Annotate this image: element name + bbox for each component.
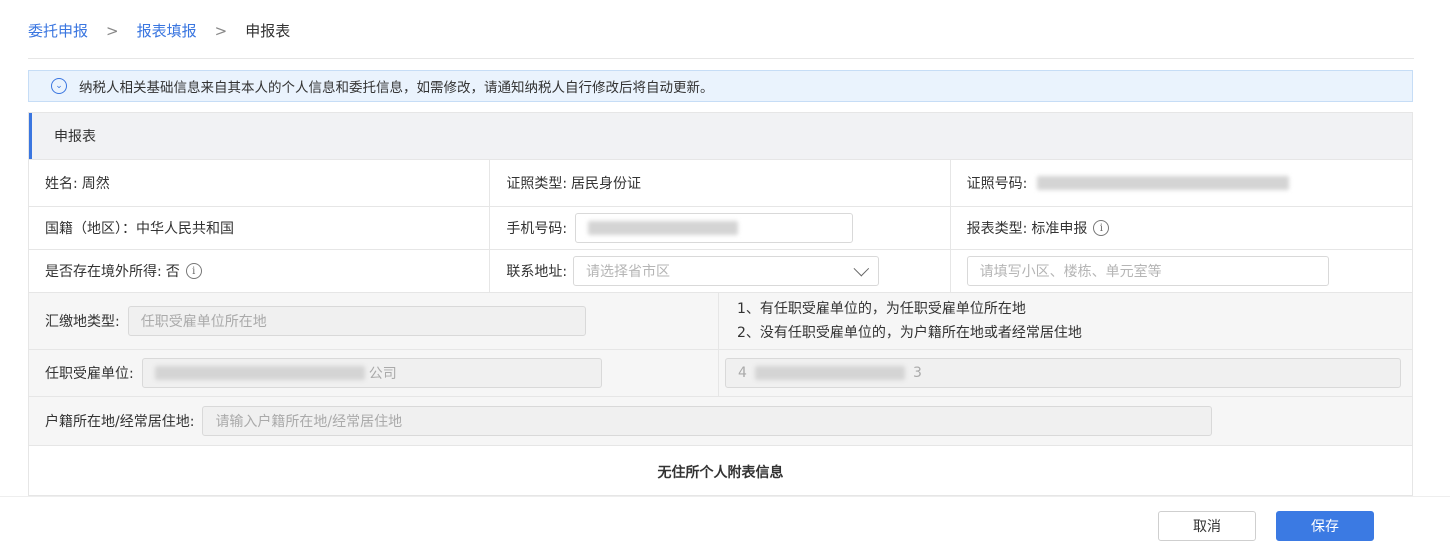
residence-placeholder: 请输入户籍所在地/经常居住地: [215, 414, 403, 430]
address-detail-placeholder: 请填写小区、楼栋、单元室等: [979, 264, 1162, 280]
address-cell: 联系地址: 请选择省市区: [489, 250, 949, 292]
phone-cell: 手机号码:: [489, 207, 949, 249]
overseas-value: 否: [165, 264, 180, 280]
id-number-redacted: [1037, 176, 1290, 190]
payment-location-cell: 汇缴地类型: 任职受雇单位所在地: [29, 293, 718, 349]
id-type-label: 证照类型:: [506, 176, 568, 192]
form-row-payment-location: 汇缴地类型: 任职受雇单位所在地 1、有任职受雇单位的，为任职受雇单位所在地 2…: [29, 292, 1412, 349]
breadcrumb-item-entrusted-declaration[interactable]: 委托申报: [28, 20, 88, 41]
form-title: 申报表: [29, 113, 1412, 159]
breadcrumb: 委托申报 > 报表填报 > 申报表: [28, 20, 290, 41]
id-type-cell: 证照类型: 居民身份证: [489, 160, 949, 206]
footer-divider: [0, 496, 1450, 497]
id-type-value: 居民身份证: [571, 176, 642, 192]
nonresident-note: 无住所个人附表信息: [29, 445, 1412, 495]
info-icon[interactable]: i: [185, 263, 202, 279]
employer-id-cell: 4 3: [718, 350, 1412, 396]
cancel-button[interactable]: 取消: [1158, 511, 1256, 541]
report-type-label: 报表类型:: [966, 221, 1028, 237]
employer-input[interactable]: 公司: [141, 358, 602, 388]
nationality-cell: 国籍（地区）：中华人民共和国: [29, 207, 489, 249]
notice-text: 纳税人相关基础信息来自其本人的个人信息和委托信息，如需修改，请通知纳税人自行修改…: [79, 80, 714, 96]
report-type-cell: 报表类型: 标准申报 i: [949, 207, 1412, 249]
employer-cell: 任职受雇单位: 公司: [29, 350, 718, 396]
employer-id-redacted: [754, 366, 905, 380]
employer-id-prefix: 4: [738, 365, 747, 381]
id-number-cell: 证照号码:: [949, 160, 1412, 206]
id-number-label: 证照号码:: [966, 176, 1028, 192]
chevron-circle-icon: ⌄: [51, 78, 67, 94]
name-label: 姓名:: [45, 176, 78, 192]
divider: [28, 58, 1414, 59]
residence-input[interactable]: 请输入户籍所在地/经常居住地: [202, 406, 1213, 436]
address-detail-cell: 请填写小区、楼栋、单元室等: [949, 250, 1412, 292]
address-region-placeholder: 请选择省市区: [586, 264, 671, 280]
breadcrumb-separator: >: [214, 21, 228, 40]
breadcrumb-item-current: 申报表: [245, 22, 291, 40]
chevron-down-icon: [853, 260, 870, 276]
phone-redacted: [588, 221, 739, 235]
payment-location-value: 任职受雇单位所在地: [140, 314, 267, 330]
residence-cell: 户籍所在地/经常居住地: 请输入户籍所在地/经常居住地: [29, 397, 1412, 445]
form-row-address: 是否存在境外所得: 否 i 联系地址: 请选择省市区 请填写小区、楼栋、单元室等: [29, 249, 1412, 292]
form-row-contact: 国籍（地区）：中华人民共和国 手机号码: 报表类型: 标准申报 i: [29, 206, 1412, 249]
payment-location-input[interactable]: 任职受雇单位所在地: [127, 306, 586, 336]
employer-id-suffix: 3: [912, 365, 922, 381]
breadcrumb-item-report-filling[interactable]: 报表填报: [137, 20, 197, 41]
employer-label: 任职受雇单位:: [45, 366, 134, 382]
payment-note-2: 2、没有任职受雇单位的，为户籍所在地或者经常居住地: [737, 325, 1082, 341]
name-cell: 姓名: 周然: [29, 160, 489, 206]
nationality-text: 国籍（地区）：中华人民共和国: [45, 221, 234, 237]
phone-label: 手机号码:: [506, 221, 568, 237]
overseas-cell: 是否存在境外所得: 否 i: [29, 250, 489, 292]
overseas-label: 是否存在境外所得:: [45, 264, 162, 280]
form-row-employer: 任职受雇单位: 公司 4 3: [29, 349, 1412, 396]
payment-note-1: 1、有任职受雇单位的，为任职受雇单位所在地: [737, 301, 1026, 317]
name-value: 周然: [81, 176, 110, 192]
address-label: 联系地址:: [506, 264, 568, 280]
residence-label: 户籍所在地/经常居住地:: [45, 414, 195, 430]
address-region-select[interactable]: 请选择省市区: [573, 256, 880, 286]
info-notice: ⌄ 纳税人相关基础信息来自其本人的个人信息和委托信息，如需修改，请通知纳税人自行…: [28, 70, 1413, 102]
report-type-value: 标准申报: [1031, 221, 1088, 237]
address-detail-input[interactable]: 请填写小区、楼栋、单元室等: [966, 256, 1329, 286]
form-row-residence: 户籍所在地/经常居住地: 请输入户籍所在地/经常居住地: [29, 396, 1412, 445]
payment-location-notes: 1、有任职受雇单位的，为任职受雇单位所在地 2、没有任职受雇单位的，为户籍所在地…: [718, 293, 1412, 349]
employer-id-input[interactable]: 4 3: [725, 358, 1402, 388]
breadcrumb-separator: >: [106, 21, 119, 40]
employer-redacted: [154, 366, 365, 380]
info-icon[interactable]: i: [1093, 220, 1110, 236]
employer-value-suffix: 公司: [368, 366, 397, 382]
declaration-form: 申报表 姓名: 周然 证照类型: 居民身份证 证照号码: 国籍（地区）：中华人民…: [28, 112, 1413, 496]
form-row-identity: 姓名: 周然 证照类型: 居民身份证 证照号码:: [29, 159, 1412, 206]
payment-location-label: 汇缴地类型:: [45, 314, 120, 330]
phone-input[interactable]: [575, 213, 854, 243]
save-button[interactable]: 保存: [1276, 511, 1374, 541]
